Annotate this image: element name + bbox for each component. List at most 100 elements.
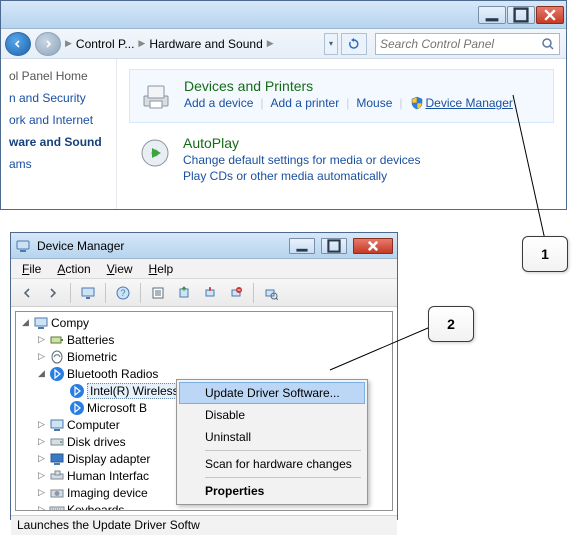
link-separator: | [399,96,402,110]
minimize-button[interactable] [478,6,506,24]
tree-item-batteries[interactable]: ▷ Batteries [16,331,392,348]
tree-label: Imaging device [67,486,148,500]
expander-icon[interactable]: ▷ [36,504,47,511]
menu-action[interactable]: Action [50,261,97,277]
tree-root[interactable]: ◢ Compy [16,314,392,331]
toolbar-scan-button[interactable] [259,282,283,304]
ctx-separator [205,477,361,478]
link-separator: | [346,96,349,110]
menu-file[interactable]: File [15,261,48,277]
tree-label: Compy [51,316,89,330]
devices-printers-icon [138,78,174,114]
ctx-properties[interactable]: Properties [179,480,365,502]
tree-label: Human Interfac [67,469,149,483]
mouse-link[interactable]: Mouse [356,96,392,110]
close-button[interactable] [536,6,564,24]
sidebar-item-hardware[interactable]: ware and Sound [1,131,116,153]
ctx-update-driver[interactable]: Update Driver Software... [179,382,365,404]
maximize-icon [322,239,346,253]
breadcrumb-dropdown[interactable]: ▾ [324,33,338,55]
refresh-icon [348,38,360,50]
display-icon [49,451,65,467]
tree-label: Batteries [67,333,114,347]
monitor-icon [81,286,95,300]
add-device-link[interactable]: Add a device [184,96,253,110]
autoplay-desc-2[interactable]: Play CDs or other media automatically [183,169,546,183]
tree-label: Biometric [67,350,117,364]
toolbar-uninstall-button[interactable] [224,282,248,304]
help-icon: ? [116,286,130,300]
sidebar-item-network[interactable]: ork and Internet [1,109,116,131]
toolbar-back-button[interactable] [15,282,39,304]
toolbar-show-button[interactable] [76,282,100,304]
search-box[interactable] [375,33,560,55]
shield-icon [410,96,424,110]
menu-help[interactable]: Help [142,261,181,277]
forward-button[interactable] [35,32,61,56]
biometric-icon [49,349,65,365]
update-icon [177,286,191,300]
minimize-icon [290,239,314,253]
toolbar-help-button[interactable]: ? [111,282,135,304]
toolbar: ? [11,279,397,307]
maximize-icon [508,7,534,23]
section-title[interactable]: Devices and Printers [184,78,545,94]
device-manager-link[interactable]: Device Manager [426,96,513,110]
ctx-disable[interactable]: Disable [179,404,365,426]
disable-icon [203,286,217,300]
sidebar-item-programs[interactable]: ams [1,153,116,175]
device-tree[interactable]: ◢ Compy ▷ Batteries ▷ Biometric ◢ Blueto… [15,311,393,511]
expander-icon[interactable]: ▷ [36,419,47,430]
ctx-uninstall[interactable]: Uninstall [179,426,365,448]
expander-icon[interactable]: ▷ [36,436,47,447]
back-button[interactable] [5,32,31,56]
ctx-separator [205,450,361,451]
main-content: Devices and Printers Add a device | Add … [117,59,566,209]
expander-icon[interactable]: ◢ [36,368,47,379]
close-button[interactable] [353,238,393,254]
address-toolbar: ▶ Control P... ▶ Hardware and Sound ▶ ▾ [1,29,566,59]
bluetooth-icon [69,383,85,399]
expander-icon[interactable]: ▷ [36,470,47,481]
search-input[interactable] [380,37,537,51]
autoplay-desc-1[interactable]: Change default settings for media or dev… [183,153,546,167]
toolbar-properties-button[interactable] [146,282,170,304]
toolbar-disable-button[interactable] [198,282,222,304]
sidebar-item-home[interactable]: ol Panel Home [1,65,116,87]
menubar: File Action View Help [11,259,397,279]
minimize-button[interactable] [289,238,315,254]
breadcrumb-item[interactable]: Hardware and Sound [149,37,262,51]
svg-text:?: ? [120,288,125,298]
status-bar: Launches the Update Driver Softw [11,515,397,535]
menu-view[interactable]: View [100,261,140,277]
expander-icon[interactable]: ▷ [36,351,47,362]
breadcrumb-item[interactable]: Control P... [76,37,134,51]
tree-item-biometric[interactable]: ▷ Biometric [16,348,392,365]
expander-icon[interactable]: ▷ [36,453,47,464]
maximize-button[interactable] [507,6,535,24]
toolbar-forward-button[interactable] [41,282,65,304]
expander-icon[interactable]: ▷ [36,487,47,498]
toolbar-update-button[interactable] [172,282,196,304]
tree-label: Disk drives [67,435,126,449]
arrow-right-icon [47,287,59,299]
callout-2: 2 [428,306,474,342]
device-manager-icon [15,238,31,254]
search-icon [541,37,555,51]
maximize-button[interactable] [321,238,347,254]
add-printer-link[interactable]: Add a printer [271,96,340,110]
sidebar-item-security[interactable]: n and Security [1,87,116,109]
hid-icon [49,468,65,484]
breadcrumb-separator: ▶ [267,38,274,49]
keyboard-icon [49,502,65,512]
callout-1: 1 [522,236,568,272]
expander-icon[interactable]: ▷ [36,334,47,345]
section-title[interactable]: AutoPlay [183,135,546,151]
expander-icon[interactable]: ◢ [20,317,31,328]
autoplay-section: AutoPlay Change default settings for med… [129,127,554,191]
sidebar: ol Panel Home n and Security ork and Int… [1,59,117,209]
tree-label: Microsoft B [87,401,147,415]
refresh-button[interactable] [341,33,367,55]
ctx-scan[interactable]: Scan for hardware changes [179,453,365,475]
tree-label: Computer [67,418,120,432]
